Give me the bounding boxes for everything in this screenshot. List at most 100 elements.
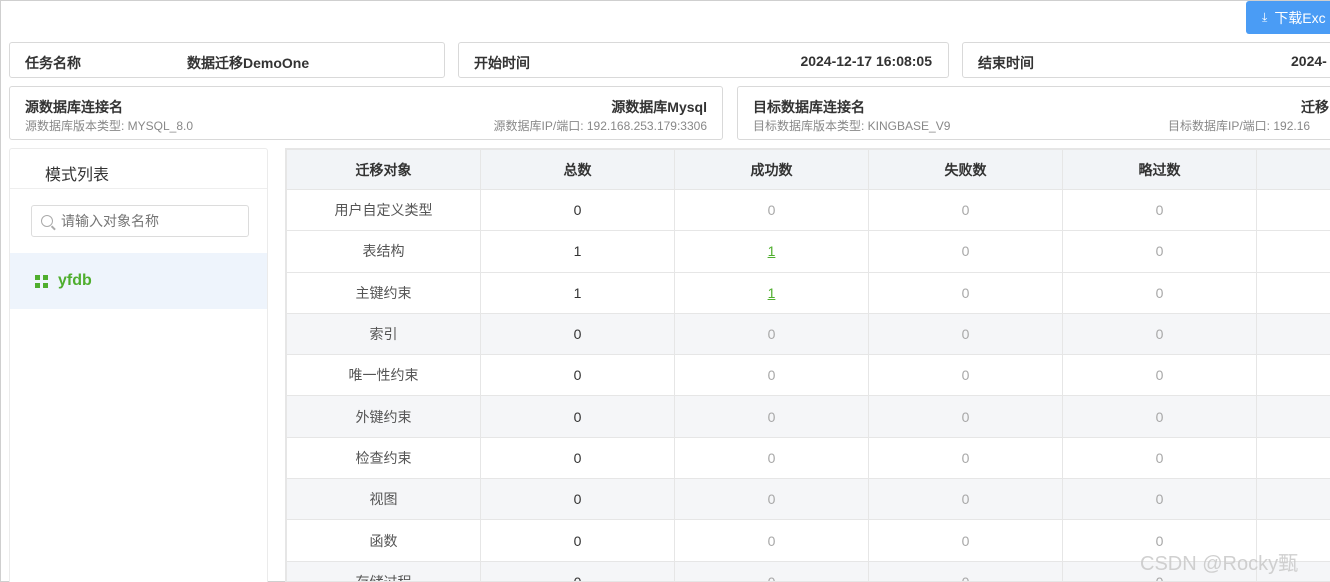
table-row: 唯一性约束 0 0 0 0: [286, 354, 1330, 397]
start-time-box: 开始时间 2024-12-17 16:08:05: [458, 42, 949, 78]
target-db-box: 目标数据库连接名 目标数据库版本类型: KINGBASE_V9 迁移 目标数据库…: [737, 86, 1330, 140]
table-row: 视图 0 0 0 0: [286, 478, 1330, 521]
cell-extra: [1256, 395, 1330, 438]
cell-extra: [1256, 188, 1330, 232]
sidebar-title: 模式列表: [10, 149, 267, 189]
col-success: 成功数: [674, 149, 869, 190]
cell-object: 函数: [286, 519, 481, 562]
cell-success: 0: [674, 560, 869, 581]
table-row: 表结构 1 1 0 0: [286, 230, 1330, 273]
table-row: 外键约束 0 0 0 0: [286, 395, 1330, 438]
cell-extra: [1256, 436, 1330, 480]
table-row: 用户自定义类型 0 0 0 0: [286, 188, 1330, 232]
search-input[interactable]: [61, 213, 231, 229]
cell-extra: [1256, 271, 1330, 314]
cell-extra: [1256, 354, 1330, 397]
table-header-row: 迁移对象 总数 成功数 失败数 略过数: [286, 149, 1330, 190]
cell-skip: 0: [1062, 230, 1257, 273]
cell-total: 0: [480, 395, 675, 438]
source-db-version: 源数据库版本类型: MYSQL_8.0: [25, 119, 194, 133]
start-time-label: 开始时间: [474, 55, 530, 71]
target-db-name: 迁移: [1301, 99, 1329, 115]
cell-extra: [1256, 312, 1330, 356]
cell-fail: 0: [868, 312, 1063, 356]
cell-object: 表结构: [286, 230, 481, 273]
cell-fail: 0: [868, 188, 1063, 232]
cell-success: 0: [674, 395, 869, 438]
cell-success: 0: [674, 312, 869, 356]
cell-fail: 0: [868, 560, 1063, 581]
cell-total: 0: [480, 188, 675, 232]
cell-skip: 0: [1062, 354, 1257, 397]
watermark: CSDN @Rocky甄: [1140, 553, 1299, 575]
success-count-link[interactable]: 1: [768, 243, 776, 259]
cell-fail: 0: [868, 354, 1063, 397]
schema-grid-icon: [35, 274, 48, 288]
cell-extra: [1256, 478, 1330, 521]
cell-fail: 0: [868, 271, 1063, 314]
start-time-value: 2024-12-17 16:08:05: [800, 53, 932, 69]
target-db-label: 目标数据库连接名: [753, 99, 865, 115]
cell-total: 0: [480, 312, 675, 356]
col-total: 总数: [480, 149, 675, 190]
cell-total: 0: [480, 354, 675, 397]
cell-object: 存储过程: [286, 560, 481, 581]
task-name-label: 任务名称: [25, 55, 81, 71]
migration-table: 迁移对象 总数 成功数 失败数 略过数 用户自定义类型 0 0 0 0 表结构 …: [285, 148, 1330, 582]
cell-skip: 0: [1062, 312, 1257, 356]
cell-object: 视图: [286, 478, 481, 521]
cell-object: 主键约束: [286, 271, 481, 314]
download-label: 下载Exc: [1274, 9, 1326, 26]
cell-total: 0: [480, 560, 675, 581]
end-time-box: 结束时间 2024-: [962, 42, 1330, 78]
success-count-link[interactable]: 1: [768, 285, 776, 301]
cell-total: 1: [480, 230, 675, 273]
cell-skip: 0: [1062, 478, 1257, 521]
cell-success: 0: [674, 519, 869, 562]
cell-success: 0: [674, 188, 869, 232]
cell-success: 1: [674, 271, 869, 314]
target-db-version: 目标数据库版本类型: KINGBASE_V9: [753, 119, 951, 133]
col-fail: 失败数: [868, 149, 1063, 190]
col-skip: 略过数: [1062, 149, 1257, 190]
cell-object: 用户自定义类型: [286, 188, 481, 232]
cell-fail: 0: [868, 436, 1063, 480]
source-db-box: 源数据库连接名 源数据库版本类型: MYSQL_8.0 源数据库Mysql 源数…: [9, 86, 723, 140]
cell-object: 唯一性约束: [286, 354, 481, 397]
end-time-value: 2024-: [1291, 53, 1327, 69]
cell-total: 1: [480, 271, 675, 314]
cell-total: 0: [480, 519, 675, 562]
cell-skip: 0: [1062, 436, 1257, 480]
cell-total: 0: [480, 478, 675, 521]
cell-skip: 0: [1062, 271, 1257, 314]
cell-fail: 0: [868, 230, 1063, 273]
source-db-name: 源数据库Mysql: [611, 99, 707, 115]
search-icon: [41, 215, 53, 227]
cell-success: 0: [674, 354, 869, 397]
cell-object: 索引: [286, 312, 481, 356]
cell-success: 0: [674, 478, 869, 521]
download-excel-button[interactable]: ⤓ 下载Exc: [1246, 1, 1330, 34]
sidebar-item-yfdb[interactable]: yfdb: [10, 253, 267, 309]
col-object: 迁移对象: [286, 149, 481, 190]
source-db-label: 源数据库连接名: [25, 99, 123, 115]
cell-extra: [1256, 230, 1330, 273]
end-time-label: 结束时间: [978, 55, 1034, 71]
object-search[interactable]: [31, 205, 249, 237]
cell-fail: 0: [868, 395, 1063, 438]
source-db-ip: 源数据库IP/端口: 192.168.253.179:3306: [493, 119, 707, 133]
cell-fail: 0: [868, 519, 1063, 562]
cell-object: 外键约束: [286, 395, 481, 438]
download-icon: ⤓: [1262, 10, 1268, 24]
table-row: 检查约束 0 0 0 0: [286, 436, 1330, 480]
col-extra: [1256, 149, 1330, 190]
cell-success: 1: [674, 230, 869, 273]
table-row: 主键约束 1 1 0 0: [286, 271, 1330, 314]
cell-object: 检查约束: [286, 436, 481, 480]
cell-skip: 0: [1062, 188, 1257, 232]
cell-success: 0: [674, 436, 869, 480]
sidebar-item-label: yfdb: [58, 272, 92, 289]
cell-total: 0: [480, 436, 675, 480]
cell-fail: 0: [868, 478, 1063, 521]
task-name-value: 数据迁移DemoOne: [187, 55, 310, 71]
